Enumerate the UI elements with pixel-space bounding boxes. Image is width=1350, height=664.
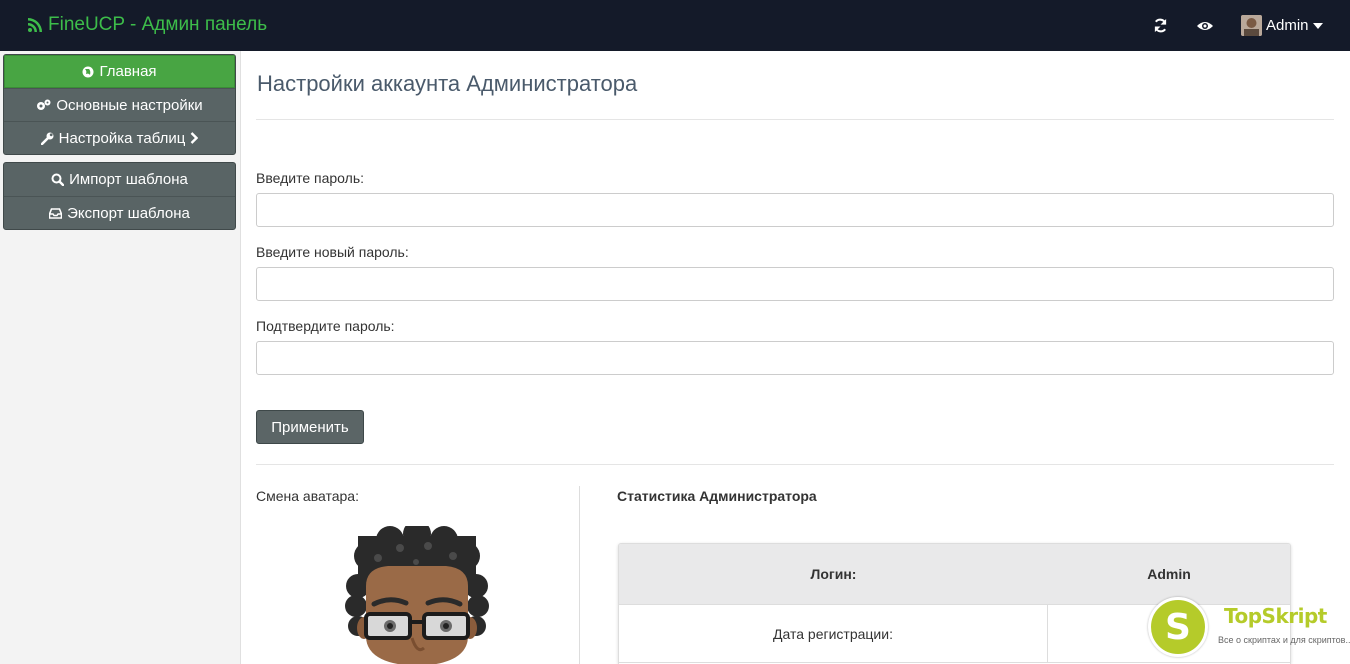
stats-title: Статистика Администратора [617,488,817,504]
current-password-input[interactable] [256,193,1334,227]
wrench-icon [40,132,54,145]
gears-icon [36,99,51,111]
page-title: Настройки аккаунта Администратора [257,71,638,96]
sidebar-group-main: Главная Основные настройки Настройка таб… [3,54,236,155]
sidebar-group-templates: Импорт шаблона Экспорт шаблона [3,162,236,230]
apply-button[interactable]: Применить [256,410,364,444]
top-navbar: FineUCP - Админ панель Admin [0,0,1350,51]
rss-icon [28,18,42,32]
sidebar-item-general-settings[interactable]: Основные настройки [4,88,235,121]
main-content: Настройки аккаунта Администратора Введит… [241,51,1350,664]
current-password-label: Введите пароль: [256,170,365,186]
watermark-name: TopSkript [1224,604,1327,628]
user-name: Admin [1266,17,1309,34]
refresh-button[interactable] [1153,0,1168,51]
divider [256,464,1334,465]
globe-icon [82,66,94,78]
table-cell: Дата регистрации: [619,605,1048,662]
inbox-icon [49,207,63,219]
eye-icon [1197,21,1213,30]
avatar-change-label: Смена аватара: [256,488,359,504]
sidebar-item-label: Основные настройки [56,96,203,114]
divider [256,119,1334,120]
user-menu[interactable]: Admin [1241,0,1323,51]
column-divider [579,486,580,664]
brand-title: FineUCP - Админ панель [48,14,268,35]
confirm-password-label: Подтвердите пароль: [256,318,395,334]
sidebar-item-label: Настройка таблиц [58,129,186,147]
view-site-button[interactable] [1197,0,1213,51]
sidebar-item-import-template[interactable]: Импорт шаблона [4,163,235,196]
sidebar-item-label: Экспорт шаблона [67,204,190,222]
admin-avatar-image[interactable] [338,526,496,664]
sidebar-item-table-settings[interactable]: Настройка таблиц [4,121,235,154]
search-icon [51,173,65,186]
table-header-cell: Admin [1147,566,1191,582]
refresh-icon [1154,18,1167,33]
table-header-row: Логин: Admin [619,544,1290,605]
sidebar-item-home[interactable]: Главная [4,55,235,88]
sidebar-item-export-template[interactable]: Экспорт шаблона [4,196,235,229]
new-password-input[interactable] [256,267,1334,301]
brand-link[interactable]: FineUCP - Админ панель [28,13,267,37]
topskript-watermark: S TopSkript Все о скриптах и для скрипто… [1148,597,1350,664]
caret-down-icon [1312,22,1323,29]
watermark-tagline: Все о скриптах и для скриптов... [1218,635,1350,645]
new-password-label: Введите новый пароль: [256,244,409,260]
sidebar: Главная Основные настройки Настройка таб… [0,51,241,664]
watermark-logo: S [1148,597,1208,657]
avatar [1241,15,1262,36]
confirm-password-input[interactable] [256,341,1334,375]
sidebar-item-label: Импорт шаблона [69,171,188,188]
table-header-cell: Логин: [810,566,857,582]
sidebar-item-label: Главная [99,63,157,80]
chevron-right-icon [190,132,199,144]
